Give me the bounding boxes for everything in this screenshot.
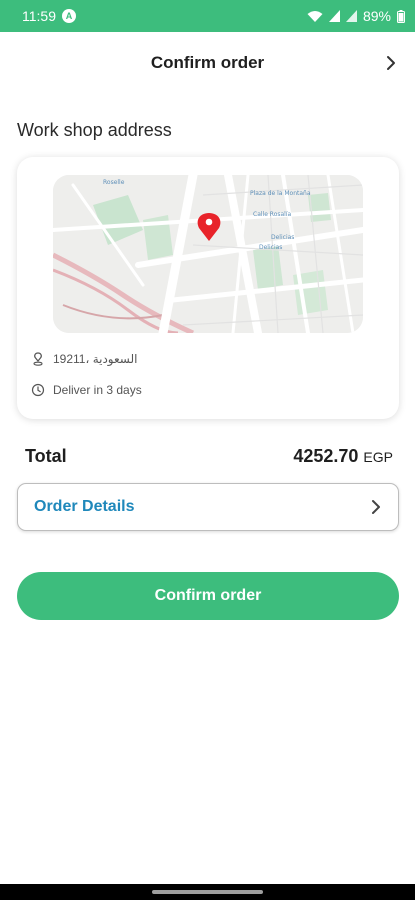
header: Confirm order [0,32,415,94]
delivery-row: Deliver in 3 days [31,383,142,397]
order-details-button[interactable]: Order Details [17,483,399,531]
battery-percent: 89% [362,8,391,24]
map-label: Calle Rosalía [253,211,292,218]
wifi-icon [307,10,323,22]
total-value: 4252.70 EGP [293,446,393,467]
battery-icon [397,9,405,23]
navigation-bar [0,884,415,900]
chevron-right-icon[interactable] [383,52,399,74]
home-indicator[interactable] [152,890,263,894]
status-right: 89% [307,8,405,24]
order-details-label: Order Details [34,498,135,515]
status-bar: 11:59 A 89% [0,0,415,32]
total-row: Total 4252.70 EGP [25,446,393,467]
status-time: 11:59 [22,8,56,24]
address-card: Roselle Plaza de la Montaña Calle Rosalí… [17,157,399,419]
page-title: Confirm order [150,53,265,72]
chevron-right-icon [372,500,380,514]
signal-icon [345,10,357,22]
map-label: Plaza de la Montaña [250,190,311,197]
delivery-text: Deliver in 3 days [53,383,142,397]
map-label: Roselle [103,179,125,186]
confirm-order-button[interactable]: Confirm order [17,572,399,620]
address-text: 19211، السعودية [53,352,138,366]
clock-icon [31,383,45,397]
total-currency: EGP [363,449,393,465]
status-badge: A [62,9,76,23]
location-pin-icon [33,352,43,366]
address-row: 19211، السعودية [31,352,138,366]
map-graphic: Roselle Plaza de la Montaña Calle Rosalí… [53,175,363,333]
map-label: Delicias [259,244,282,251]
total-label: Total [25,446,67,466]
total-amount: 4252.70 [293,446,359,466]
status-left: 11:59 A [22,8,76,24]
map[interactable]: Roselle Plaza de la Montaña Calle Rosalí… [53,175,363,333]
section-title: Work shop address [17,120,172,140]
map-label: Delicias [271,234,294,241]
signal-icon [328,10,340,22]
